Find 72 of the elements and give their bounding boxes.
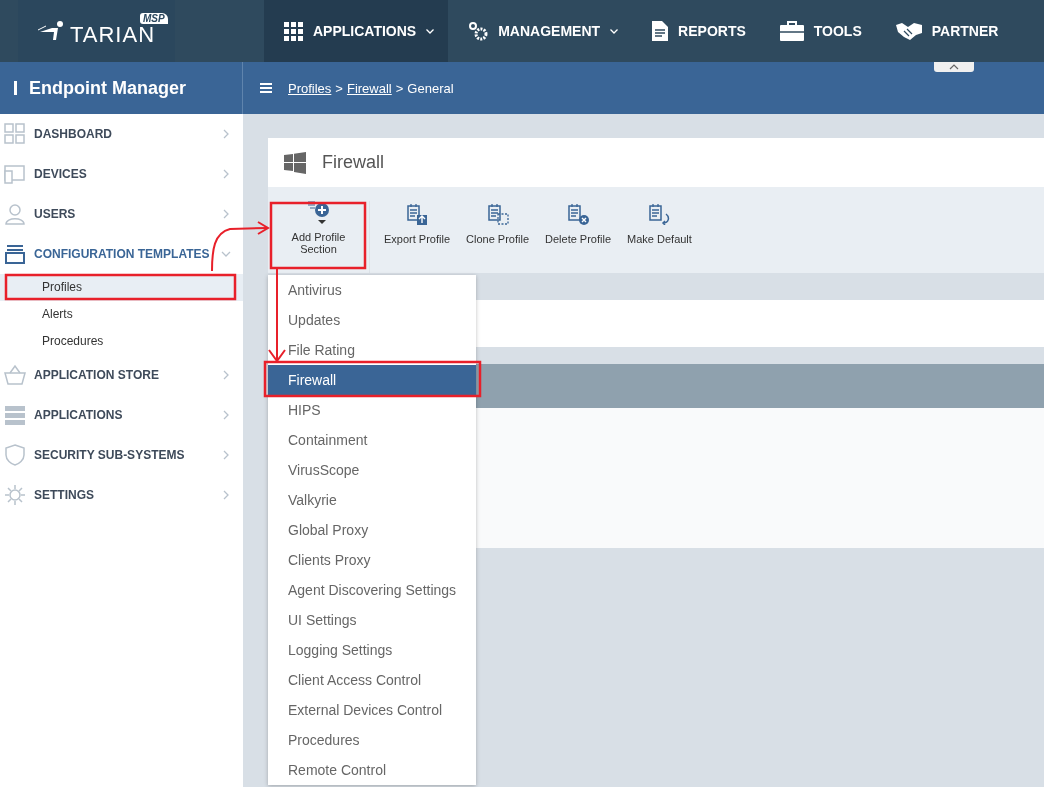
breadcrumb-separator: > xyxy=(395,80,404,96)
gears-icon xyxy=(468,21,489,41)
dropdown-item[interactable]: Procedures xyxy=(268,725,476,755)
shield-icon xyxy=(4,444,26,466)
nav-menu-item[interactable]: REPORTS xyxy=(632,0,760,62)
dashboard-icon xyxy=(4,123,26,145)
sidebar-item[interactable]: DASHBOARD xyxy=(0,114,243,154)
breadcrumb-current: General xyxy=(407,80,454,96)
sidebar-subitem[interactable]: Procedures xyxy=(0,328,243,355)
chevron-down-icon xyxy=(426,28,435,34)
export-document-icon xyxy=(406,203,428,225)
sidebar-item[interactable]: APPLICATIONS xyxy=(0,395,243,435)
dropdown-item[interactable]: HIPS xyxy=(268,395,476,425)
toolbar-button[interactable]: Add Profile Section xyxy=(268,201,370,273)
dropdown-item[interactable]: Client Access Control xyxy=(268,665,476,695)
toolbar-button[interactable]: Clone Profile xyxy=(460,201,535,245)
toolbar-button[interactable]: Make Default xyxy=(621,201,698,245)
toolbar-button[interactable]: Delete Profile xyxy=(539,201,618,245)
devices-icon xyxy=(4,163,26,185)
sidebar-item[interactable]: USERS xyxy=(0,194,243,234)
nav-menu-item[interactable]: TOOLS xyxy=(759,0,876,62)
gear-icon xyxy=(4,484,26,506)
sidebar-item[interactable]: CONFIGURATION TEMPLATES xyxy=(0,234,243,274)
user-icon xyxy=(4,203,26,225)
dropdown-item[interactable]: Remote Control xyxy=(268,755,476,785)
chevron-down-icon xyxy=(610,28,619,34)
breadcrumb-separator: > xyxy=(335,80,343,96)
tarian-logo[interactable]: TARIAN MSP xyxy=(18,0,175,62)
app-title: Endpoint Manager xyxy=(29,77,186,99)
nav-menu-item[interactable]: MANAGEMENT xyxy=(448,0,633,62)
dropdown-item[interactable]: Global Proxy xyxy=(268,515,476,545)
breadcrumb-link[interactable]: Profiles xyxy=(288,80,332,96)
document-icon xyxy=(652,21,669,41)
collapse-tab[interactable] xyxy=(934,62,974,72)
dropdown-item[interactable]: Clients Proxy xyxy=(268,545,476,575)
dropdown-item[interactable]: Logging Settings xyxy=(268,635,476,665)
dropdown-item[interactable]: VirusScope xyxy=(268,455,476,485)
handshake-icon xyxy=(895,21,922,41)
logo-badge: MSP xyxy=(140,13,168,24)
dropdown-item[interactable]: UI Settings xyxy=(268,605,476,635)
nav-menu-item[interactable]: PARTNER xyxy=(875,0,1013,62)
sidebar-item[interactable]: APPLICATION STORE xyxy=(0,355,243,395)
title-marker xyxy=(14,81,17,95)
dropdown-item[interactable]: Containment xyxy=(268,425,476,455)
dropdown-item[interactable]: Agent Discovering Settings xyxy=(268,575,476,605)
clone-document-icon xyxy=(486,203,509,225)
server-icon xyxy=(4,404,26,426)
sidebar-item[interactable]: DEVICES xyxy=(0,154,243,194)
dropdown-item[interactable]: File Rating xyxy=(268,335,476,365)
briefcase-icon xyxy=(779,21,804,41)
templates-icon xyxy=(4,243,26,265)
logo-wordmark: TARIAN xyxy=(70,22,156,48)
profile-title: Firewall xyxy=(322,152,384,173)
delete-document-icon xyxy=(567,203,590,225)
dropdown-item[interactable]: Updates xyxy=(268,305,476,335)
grid-icon xyxy=(284,21,303,41)
menu-icon[interactable] xyxy=(260,83,272,93)
dropdown-item[interactable]: Firewall xyxy=(268,365,476,395)
dropdown-item[interactable]: Antivirus xyxy=(268,275,476,305)
sidebar-item[interactable]: SECURITY SUB-SYSTEMS xyxy=(0,435,243,475)
basket-icon xyxy=(4,364,26,386)
windows-logo-icon xyxy=(284,151,306,174)
chevron-up-icon xyxy=(949,64,959,70)
sidebar-subitem[interactable]: Alerts xyxy=(0,301,243,328)
add-circle-icon xyxy=(307,201,330,225)
default-document-icon xyxy=(648,203,671,225)
sidebar-item[interactable]: SETTINGS xyxy=(0,475,243,515)
nav-menu-item[interactable]: APPLICATIONS xyxy=(264,0,449,62)
dropdown-item[interactable]: External Devices Control xyxy=(268,695,476,725)
breadcrumb-link[interactable]: Firewall xyxy=(346,80,392,96)
dropdown-item[interactable]: Valkyrie xyxy=(268,485,476,515)
toolbar-button[interactable]: Export Profile xyxy=(378,201,457,245)
